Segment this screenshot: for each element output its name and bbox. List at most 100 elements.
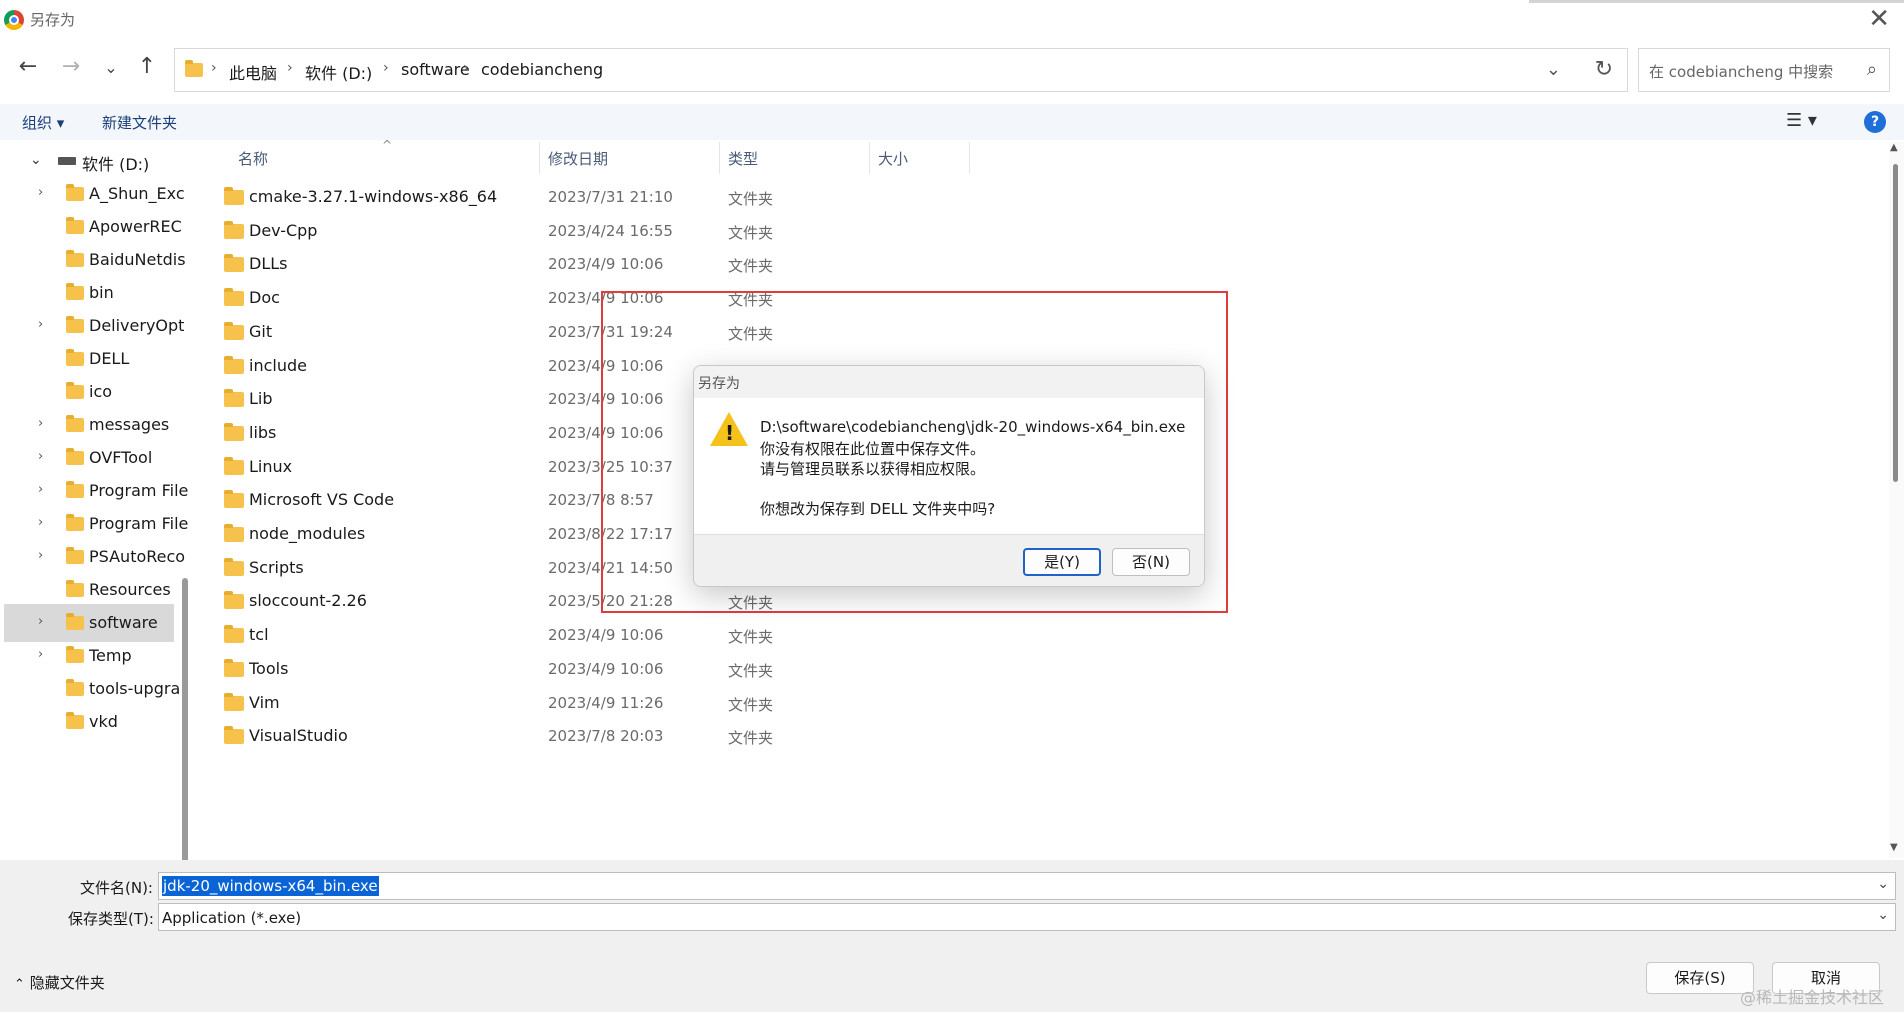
address-bar[interactable]: › 此电脑 › 软件 (D:) › software › codebianche… [174, 48, 1628, 92]
save-button[interactable]: 保存(S) [1646, 962, 1754, 994]
file-name: Vim [249, 692, 280, 712]
folder-icon [66, 646, 84, 663]
folder-icon [66, 547, 84, 564]
breadcrumb-codebiancheng[interactable]: codebiancheng [481, 60, 603, 79]
search-input[interactable]: 在 codebiancheng 中搜索 ⌕ [1638, 48, 1890, 92]
file-name: tcl [249, 625, 269, 645]
folder-icon [66, 679, 84, 696]
scrollbar-thumb[interactable] [1893, 164, 1898, 482]
folder-icon [224, 557, 244, 576]
chevron-right-icon[interactable]: › [38, 515, 43, 530]
up-arrow-icon[interactable]: ↑ [132, 54, 162, 79]
scroll-down-icon[interactable]: ▼ [1890, 842, 1898, 853]
folder-icon [66, 316, 84, 333]
filename-field[interactable]: jdk-20_windows-x64_bin.exe ⌄ [158, 872, 1896, 900]
dialog-path: D:\software\codebiancheng\jdk-20_windows… [760, 418, 1186, 436]
column-divider[interactable] [969, 142, 970, 174]
chevron-right-icon[interactable]: › [463, 60, 469, 76]
folder-icon [224, 321, 244, 340]
chevron-down-icon[interactable]: ⌄ [1877, 876, 1889, 892]
recent-locations-chevron-icon[interactable]: ⌄ [96, 58, 126, 77]
folder-icon [185, 60, 203, 77]
column-size[interactable]: 大小 [878, 148, 908, 169]
save-options-panel: 文件名(N): jdk-20_windows-x64_bin.exe ⌄ 保存类… [0, 860, 1904, 1012]
chevron-right-icon[interactable]: › [38, 647, 43, 662]
new-folder-button[interactable]: 新建文件夹 [102, 112, 177, 133]
chevron-right-icon[interactable]: › [38, 416, 43, 431]
tree-item-label: DeliveryOpt [89, 316, 185, 335]
chevron-down-icon[interactable]: ⌄ [1546, 59, 1561, 80]
file-row[interactable]: VisualStudio 2023/7/8 20:03 文件夹 [196, 717, 1876, 758]
tree-item-label: Program File [89, 514, 189, 533]
column-divider[interactable] [719, 142, 720, 174]
file-name: Dev-Cpp [249, 220, 318, 240]
column-modified[interactable]: 修改日期 [548, 148, 608, 169]
watermark: @稀土掘金技术社区 [1739, 988, 1884, 1007]
column-name[interactable]: 名称 [238, 148, 268, 169]
file-type: 文件夹 [728, 729, 774, 748]
column-divider[interactable] [869, 142, 870, 174]
file-name: node_modules [249, 524, 366, 543]
chevron-right-icon[interactable]: › [211, 60, 217, 76]
file-list-scrollbar[interactable]: ▲ ▼ [1889, 142, 1904, 858]
scroll-up-icon[interactable]: ▲ [1890, 142, 1898, 153]
dialog-title: 另存为 [698, 376, 740, 392]
column-type[interactable]: 类型 [728, 148, 758, 169]
chevron-right-icon[interactable]: › [287, 60, 293, 76]
chevron-right-icon[interactable]: › [38, 317, 43, 332]
folder-icon [66, 415, 84, 432]
breadcrumb-software[interactable]: software [401, 60, 470, 79]
file-type: 文件夹 [728, 695, 774, 714]
breadcrumb-drive[interactable]: 软件 (D:) [305, 60, 372, 84]
close-icon[interactable]: ✕ [1868, 4, 1890, 34]
chevron-right-icon[interactable]: › [38, 449, 43, 464]
chevron-down-icon[interactable]: ⌄ [30, 152, 42, 168]
file-name: VisualStudio [249, 726, 348, 746]
no-button[interactable]: 否(N) [1112, 548, 1190, 576]
forward-arrow-icon[interactable]: → [56, 54, 86, 79]
search-placeholder: 在 codebiancheng 中搜索 [1649, 63, 1834, 81]
tree-item-label: A_Shun_Exc [89, 184, 185, 203]
file-name: Microsoft VS Code [249, 490, 395, 510]
yes-button[interactable]: 是(Y) [1023, 548, 1101, 576]
filename-value[interactable]: jdk-20_windows-x64_bin.exe [162, 876, 379, 896]
file-type: 文件夹 [728, 190, 774, 208]
file-name: Scripts [249, 557, 304, 577]
column-divider[interactable] [539, 142, 540, 174]
chevron-right-icon[interactable]: › [383, 60, 389, 76]
tree-item-label: OVFTool [89, 448, 153, 467]
folder-icon [224, 625, 244, 644]
tree-item[interactable]: vkd [4, 703, 174, 741]
folder-icon [224, 490, 244, 509]
folder-icon [224, 254, 244, 273]
tree-item-label: ApowerREC [89, 217, 182, 236]
chevron-right-icon[interactable]: › [38, 548, 43, 563]
organize-menu[interactable]: 组织 ▾ [22, 112, 64, 133]
chevron-right-icon[interactable]: › [38, 185, 43, 200]
folder-icon [224, 591, 244, 610]
dialog-footer: 是(Y) 否(N) [694, 534, 1204, 586]
warning-exclamation: ! [725, 421, 735, 445]
folder-icon [66, 184, 84, 201]
chevron-up-icon: ⌃ [14, 977, 25, 992]
hide-folders-toggle[interactable]: ⌃ 隐藏文件夹 [14, 972, 105, 993]
permission-dialog: 另存为 ! D:\software\codebiancheng\jdk-20_w… [693, 365, 1205, 587]
view-options-icon[interactable]: ☰ ▾ [1786, 110, 1817, 131]
tree-item-label: ico [89, 382, 113, 401]
file-date: 2023/4/9 10:06 [548, 659, 664, 678]
chevron-right-icon[interactable]: › [38, 614, 43, 629]
refresh-icon[interactable]: ↻ [1595, 57, 1613, 82]
dialog-message: 请与管理员联系以获得相应权限。 [760, 460, 986, 478]
chevron-right-icon[interactable]: › [38, 482, 43, 497]
tree-scrollbar[interactable] [182, 578, 188, 860]
breadcrumb-this-pc[interactable]: 此电脑 [229, 60, 277, 84]
search-icon[interactable]: ⌕ [1867, 59, 1877, 80]
back-arrow-icon[interactable]: ← [13, 54, 43, 79]
chevron-down-icon[interactable]: ⌄ [1877, 907, 1889, 923]
folder-icon [66, 283, 84, 300]
file-name: Tools [249, 658, 289, 678]
help-icon[interactable]: ? [1864, 111, 1886, 133]
window-title: 另存为 [30, 11, 76, 29]
file-name: include [249, 355, 307, 375]
filetype-select[interactable]: Application (*.exe) ⌄ [158, 903, 1896, 931]
